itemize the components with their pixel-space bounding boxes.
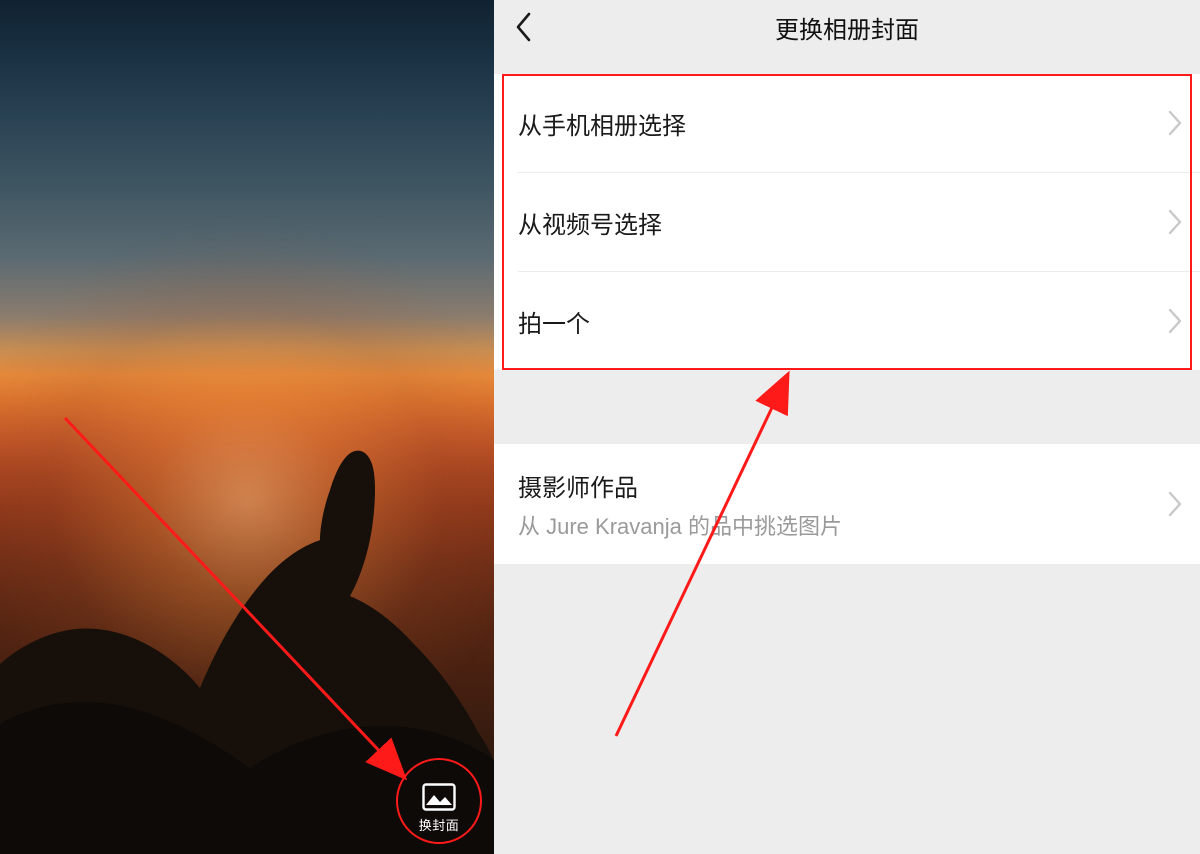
option-label: 从视频号选择 bbox=[518, 205, 662, 240]
rock-silhouette bbox=[0, 299, 494, 854]
chevron-right-icon bbox=[1168, 491, 1182, 517]
chevron-right-icon bbox=[1168, 308, 1182, 334]
option-subtitle: 从 Jure Kravanja 的品中挑选图片 bbox=[518, 509, 842, 541]
change-cover-button[interactable]: 换封面 bbox=[408, 783, 470, 834]
option-label: 拍一个 bbox=[518, 304, 590, 339]
option-from-channels[interactable]: 从视频号选择 bbox=[494, 173, 1200, 271]
image-icon bbox=[422, 783, 456, 811]
change-cover-label: 换封面 bbox=[419, 815, 460, 834]
option-photographer-works[interactable]: 摄影师作品 从 Jure Kravanja 的品中挑选图片 bbox=[494, 444, 1200, 564]
nav-bar: 更换相册封面 bbox=[494, 0, 1200, 54]
option-from-album[interactable]: 从手机相册选择 bbox=[494, 74, 1200, 172]
chevron-left-icon bbox=[515, 12, 533, 42]
back-button[interactable] bbox=[506, 9, 542, 45]
option-take-photo[interactable]: 拍一个 bbox=[494, 272, 1200, 370]
cover-source-section: 从手机相册选择 从视频号选择 拍一个 bbox=[494, 74, 1200, 370]
photographer-section: 摄影师作品 从 Jure Kravanja 的品中挑选图片 bbox=[494, 444, 1200, 564]
chevron-right-icon bbox=[1168, 110, 1182, 136]
cover-preview-panel: 换封面 bbox=[0, 0, 494, 854]
change-cover-menu-panel: 更换相册封面 从手机相册选择 从视频号选择 拍一个 摄影师作品 从 Ju bbox=[494, 0, 1200, 854]
option-label: 摄影师作品 bbox=[518, 468, 638, 503]
chevron-right-icon bbox=[1168, 209, 1182, 235]
option-label: 从手机相册选择 bbox=[518, 106, 686, 141]
page-title: 更换相册封面 bbox=[775, 10, 919, 45]
